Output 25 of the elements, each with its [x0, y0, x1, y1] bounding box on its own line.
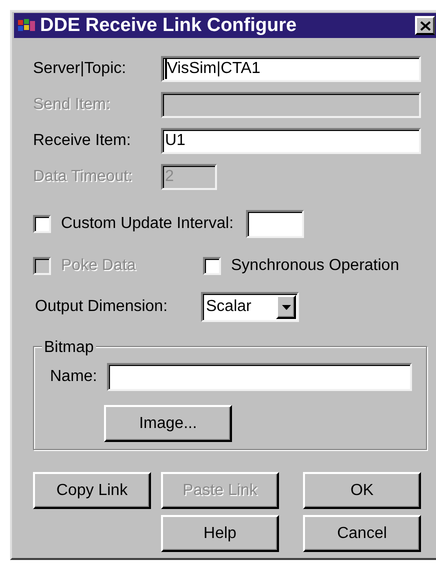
dialog-button[interactable]: Copy Link [33, 472, 151, 509]
checkbox-label: Poke Data [61, 256, 136, 276]
checkbox-label: Synchronous Operation [231, 256, 400, 276]
dialog-button[interactable]: Cancel [303, 515, 421, 552]
input-field[interactable]: U1 [161, 128, 421, 154]
field-label: Data Timeout: [33, 167, 134, 187]
input-field[interactable]: VisSim|CTA1 [161, 56, 421, 82]
checkbox[interactable] [33, 215, 51, 233]
field-label: Server|Topic: [33, 59, 128, 79]
input-field[interactable] [107, 363, 412, 391]
field-label: Name: [50, 367, 98, 387]
field-label: Receive Item: [33, 131, 132, 151]
dialog-button[interactable]: OK [303, 472, 421, 509]
input-field[interactable] [246, 210, 304, 238]
checkbox-label: Custom Update Interval: [61, 214, 234, 234]
close-button[interactable] [415, 16, 435, 35]
window-title: DDE Receive Link Configure [40, 16, 298, 35]
field-label: Send Item: [33, 95, 112, 115]
dropdown-label: Output Dimension: [35, 297, 169, 317]
checkbox[interactable] [203, 257, 221, 275]
dropdown-arrow-icon [282, 304, 290, 310]
output-dimension-dropdown[interactable]: Scalar [201, 292, 299, 322]
image-button[interactable]: Image... [104, 405, 232, 442]
close-icon [420, 20, 430, 30]
dialog-button[interactable]: Help [161, 515, 279, 552]
